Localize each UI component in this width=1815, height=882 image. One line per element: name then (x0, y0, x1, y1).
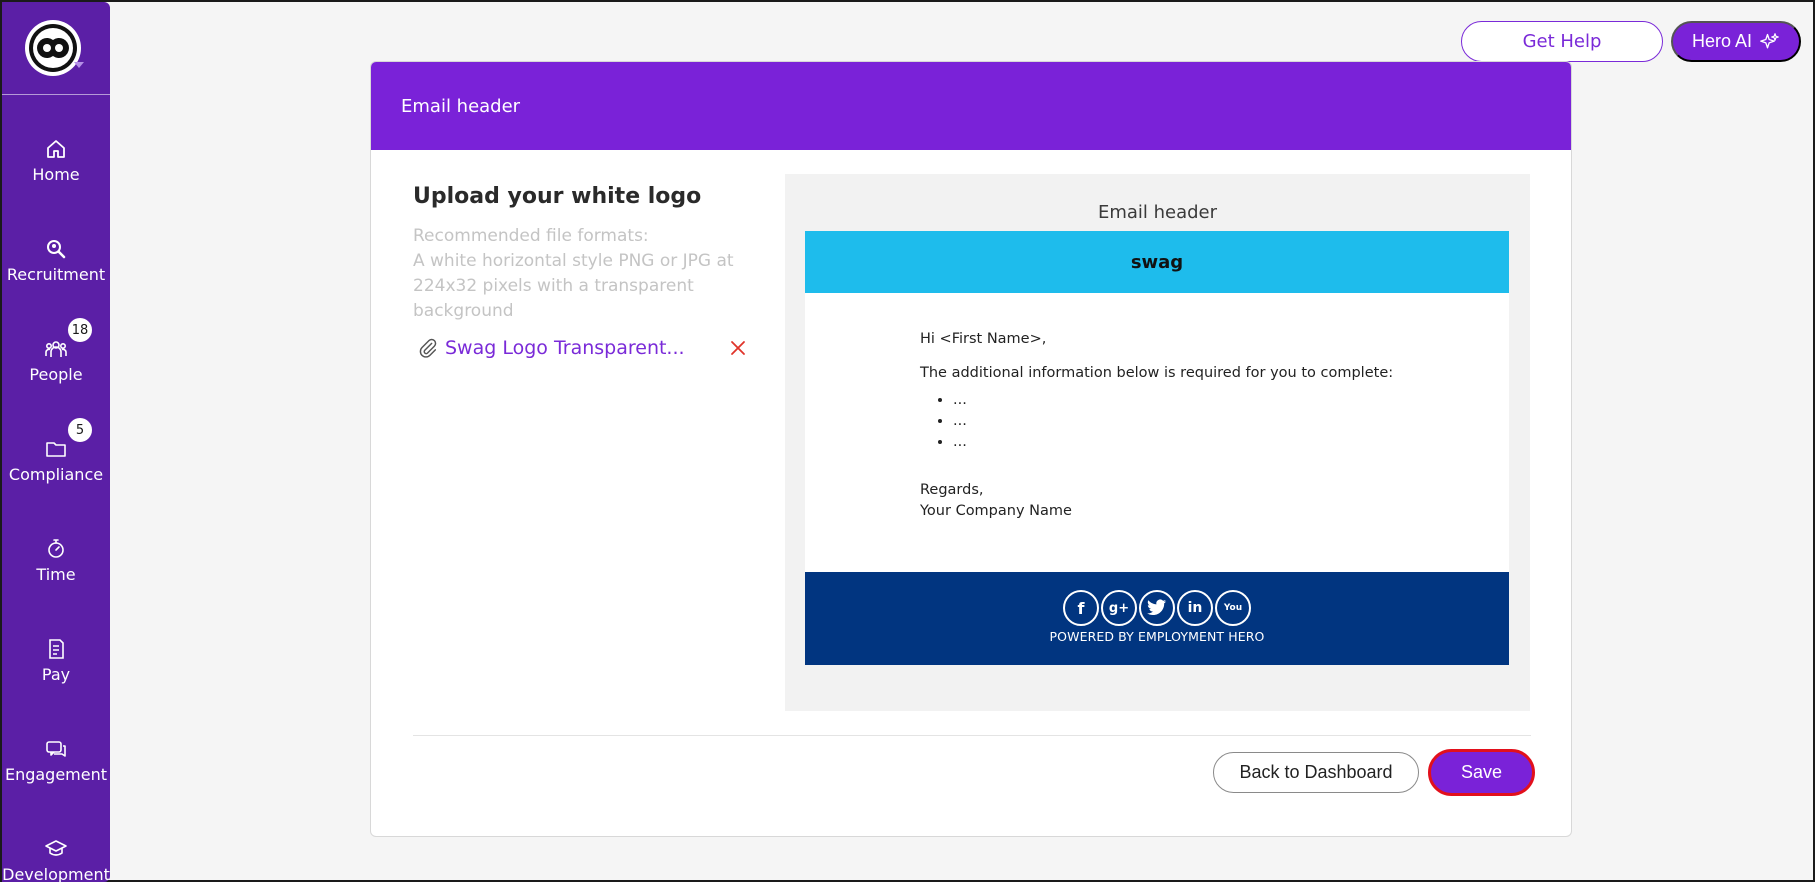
save-button[interactable]: Save (1428, 749, 1535, 796)
hero-ai-label: Hero AI (1691, 31, 1753, 51)
back-to-dashboard-button[interactable]: Back to Dashboard (1213, 752, 1419, 793)
sidebar-item-home[interactable]: Home (2, 117, 110, 207)
card-header: Email header (371, 62, 1571, 150)
sidebar: Home Recruitment People 18 Compliance 5 … (2, 2, 110, 882)
compliance-count-badge: 5 (66, 416, 94, 444)
upload-title: Upload your white logo (413, 184, 702, 209)
mail-company: Your Company Name (920, 503, 1072, 519)
logo-mark-icon (29, 24, 77, 72)
social-icons: f g+ in You (805, 590, 1509, 626)
list-item: ... (953, 411, 1393, 432)
sidebar-item-label: Time (36, 565, 76, 584)
linkedin-icon: in (1177, 590, 1213, 626)
recruitment-icon (47, 240, 66, 259)
upload-desc-formats: Recommended file formats: (413, 226, 649, 246)
chat-icon (46, 741, 66, 757)
sidebar-item-label: Engagement (4, 765, 108, 784)
facebook-icon: f (1063, 590, 1099, 626)
sidebar-item-recruitment[interactable]: Recruitment (2, 217, 110, 307)
list-item: ... (953, 432, 1393, 453)
logo-caret-icon[interactable] (74, 62, 84, 68)
email-header-card: Email header Upload your white logo Reco… (370, 61, 1572, 837)
sidebar-item-label: Pay (41, 665, 71, 684)
remove-file-icon[interactable] (729, 339, 747, 357)
home-icon (47, 140, 65, 158)
sidebar-divider (2, 94, 110, 95)
sidebar-item-label: Recruitment (6, 265, 106, 284)
uploaded-file-link[interactable]: Swag Logo Transparent... (445, 337, 729, 359)
preview-brand-logo: swag (1130, 251, 1184, 273)
paperclip-icon (419, 338, 437, 358)
card-divider (413, 735, 1531, 736)
google-plus-icon: g+ (1101, 590, 1137, 626)
preview-title: Email header (1097, 202, 1218, 223)
mail-text: Hi <First Name>, The additional informat… (920, 329, 1393, 522)
graduation-cap-icon (45, 840, 67, 856)
email-preview: Email header swag Hi <First Name>, The a… (785, 174, 1530, 711)
stopwatch-icon (48, 539, 64, 558)
folder-icon (46, 442, 66, 457)
powered-by-text: POWERED BY EMPLOYMENT HERO (1049, 629, 1265, 644)
twitter-bird-icon (1147, 599, 1167, 615)
upload-description: Recommended file formats: A white horizo… (413, 224, 753, 324)
list-item: ... (953, 390, 1393, 411)
sidebar-item-time[interactable]: Time (2, 517, 110, 607)
preview-header-banner: swag (805, 231, 1509, 293)
mail-greeting: Hi <First Name>, (920, 331, 1047, 347)
card-header-title: Email header (401, 95, 521, 117)
mail-intro: The additional information below is requ… (920, 365, 1394, 381)
twitter-icon (1139, 590, 1175, 626)
sidebar-item-label: Compliance (8, 465, 104, 484)
people-icon (45, 341, 67, 357)
sidebar-item-development[interactable]: Development (2, 817, 110, 882)
preview-footer: f g+ in You POWERED BY EMPLOYMENT HERO (805, 572, 1509, 665)
people-count-badge: 18 (66, 316, 94, 344)
youtube-icon: You (1215, 590, 1251, 626)
sidebar-item-engagement[interactable]: Engagement (2, 717, 110, 807)
app-logo[interactable] (25, 20, 81, 76)
upload-desc-details: A white horizontal style PNG or JPG at 2… (413, 251, 734, 321)
mail-bullet-list: ... ... ... (953, 390, 1393, 453)
hero-ai-button[interactable]: Hero AI (1671, 21, 1801, 62)
sidebar-item-pay[interactable]: Pay (2, 617, 110, 707)
sidebar-item-label: Home (32, 165, 80, 184)
payslip-icon (49, 639, 64, 659)
sparkle-icon (1760, 32, 1779, 48)
sidebar-item-label: People (29, 365, 83, 384)
get-help-button[interactable]: Get Help (1461, 21, 1663, 62)
uploaded-file: Swag Logo Transparent... (417, 334, 747, 362)
sidebar-item-label: Development (2, 865, 110, 882)
mail-regards: Regards, (920, 482, 984, 498)
preview-email-body: Hi <First Name>, The additional informat… (805, 293, 1509, 572)
